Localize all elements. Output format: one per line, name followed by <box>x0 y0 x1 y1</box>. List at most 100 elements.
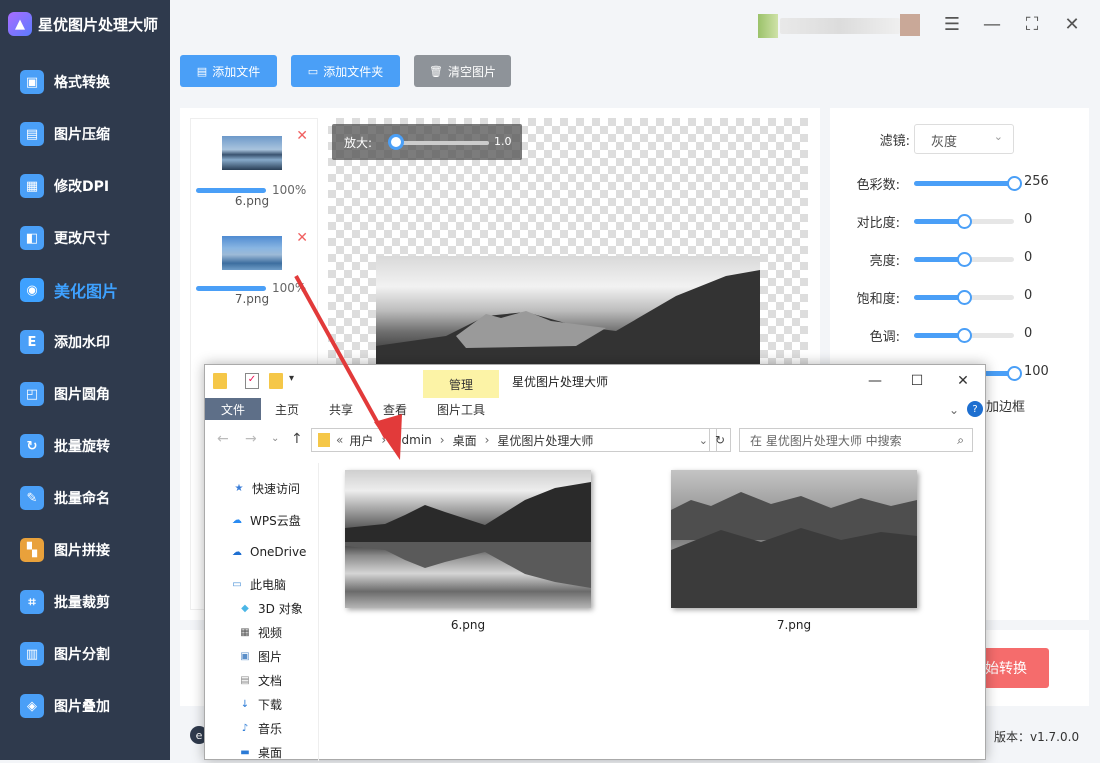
tab-image-tools[interactable]: 图片工具 <box>423 398 499 420</box>
ribbon-expand-icon[interactable]: ⌄ <box>949 403 959 417</box>
sidebar-item-compress[interactable]: ▤ 图片压缩 <box>0 108 170 160</box>
tab-file[interactable]: 文件 <box>205 398 261 420</box>
slider-track[interactable] <box>914 252 1014 267</box>
setting-value: 0 <box>1024 326 1033 341</box>
zoom-slider-track[interactable] <box>394 141 489 145</box>
slider-track[interactable] <box>914 290 1014 305</box>
setting-label: 饱和度: <box>856 292 900 307</box>
sidebar-item-format[interactable]: ▣ 格式转换 <box>0 56 170 108</box>
sidebar-item-rounded-corner[interactable]: ◰ 图片圆角 <box>0 368 170 420</box>
manage-tab[interactable]: 管理 <box>423 370 499 398</box>
download-icon: ↓ <box>240 698 250 710</box>
nav-pane-item[interactable]: ♪ 音乐 <box>237 717 282 739</box>
sidebar-item-label: 批量命名 <box>54 491 110 507</box>
forward-arrow-icon[interactable]: → <box>245 431 257 447</box>
nav-pane-item[interactable]: ▭ 此电脑 <box>229 573 286 595</box>
slider-handle[interactable] <box>957 290 972 305</box>
back-arrow-icon[interactable]: ← <box>217 431 229 447</box>
sidebar-item-rename[interactable]: ✎ 批量命名 <box>0 472 170 524</box>
nav-pane-item[interactable]: ▦ 视频 <box>237 621 282 643</box>
breadcrumb-item[interactable]: 星优图片处理大师 <box>497 432 593 449</box>
new-folder-icon[interactable] <box>269 373 283 389</box>
sidebar-item-label: 批量旋转 <box>54 439 110 455</box>
nav-pane-item[interactable]: ★ 快速访问 <box>231 477 301 499</box>
minimize-icon[interactable]: — <box>980 12 1004 36</box>
settings-sliders-icon[interactable]: ☰ <box>940 12 964 36</box>
refresh-icon[interactable]: ↻ <box>709 428 731 452</box>
splice-icon: ▚ <box>20 538 44 562</box>
zoom-slider-handle[interactable] <box>388 134 404 150</box>
remove-file-icon[interactable]: ✕ <box>296 230 308 246</box>
slider-handle[interactable] <box>1007 176 1022 191</box>
properties-icon[interactable]: ✓ <box>245 373 259 389</box>
explorer-maximize-icon[interactable]: ☐ <box>897 369 937 393</box>
slider-track[interactable] <box>914 176 1022 191</box>
file-thumbnail <box>222 136 282 170</box>
filter-select[interactable]: 灰度 ⌄ <box>914 124 1014 154</box>
clear-images-button[interactable]: 🗑 清空图片 <box>414 55 511 87</box>
trash-icon: 🗑 <box>429 64 443 78</box>
sidebar-item-label: 修改DPI <box>54 179 110 195</box>
border-checkbox-label[interactable]: 加边框 <box>986 396 1025 415</box>
tab-view[interactable]: 查看 <box>375 398 415 420</box>
sidebar-item-watermark[interactable]: E 添加水印 <box>0 316 170 368</box>
zoom-label: 放大: <box>344 136 373 150</box>
add-folder-button[interactable]: ▭ 添加文件夹 <box>291 55 400 87</box>
tab-home[interactable]: 主页 <box>267 398 307 420</box>
file-icon: ▤ <box>196 64 208 78</box>
maximize-icon[interactable]: ⛶ <box>1020 12 1044 36</box>
sidebar-item-label: 图片叠加 <box>54 699 110 715</box>
file-list-item[interactable]: ✕ 100% 7.png <box>192 218 314 314</box>
file-item[interactable]: 6.png <box>345 470 591 638</box>
rotate-icon: ↻ <box>20 434 44 458</box>
sidebar-item-label: 图片分割 <box>54 647 110 663</box>
setting-slider-row: 色彩数: 256 <box>830 168 1090 198</box>
file-list-item[interactable]: ✕ 100% 6.png <box>192 120 314 216</box>
slider-track[interactable] <box>914 214 1014 229</box>
sidebar-item-crop[interactable]: ⌗ 批量裁剪 <box>0 576 170 628</box>
file-explorer-window: ✓ ▾ 管理 星优图片处理大师 — ☐ ✕ 文件 主页 共享 查看 图片工具 ⌄… <box>204 364 986 761</box>
sidebar-item-resize[interactable]: ◧ 更改尺寸 <box>0 212 170 264</box>
add-file-button[interactable]: ▤ 添加文件 <box>180 55 277 87</box>
remove-file-icon[interactable]: ✕ <box>296 128 308 144</box>
nav-pane-item[interactable]: ▣ 图片 <box>237 645 282 667</box>
breadcrumb-item[interactable]: admin <box>394 433 432 447</box>
slider-track[interactable] <box>914 328 1014 343</box>
slider-handle[interactable] <box>957 328 972 343</box>
close-icon[interactable]: ✕ <box>1060 12 1084 36</box>
sidebar-item-split[interactable]: ▥ 图片分割 <box>0 628 170 680</box>
tab-share[interactable]: 共享 <box>321 398 361 420</box>
search-input[interactable]: 在 星优图片处理大师 中搜索 ⌕ <box>739 428 973 452</box>
explorer-close-icon[interactable]: ✕ <box>943 369 983 393</box>
breadcrumb-item[interactable]: 桌面 <box>453 432 477 449</box>
dpi-icon: ▦ <box>20 174 44 198</box>
file-name: 7.png <box>234 292 270 306</box>
sidebar-item-beautify[interactable]: ◉ 美化图片 <box>0 264 170 316</box>
slider-handle[interactable] <box>957 252 972 267</box>
nav-pane-item[interactable]: ▤ 文档 <box>237 669 282 691</box>
star-icon: ★ <box>234 482 244 494</box>
recent-dropdown-icon[interactable]: ⌄ <box>271 433 279 444</box>
user-avatar[interactable] <box>758 14 778 38</box>
address-bar[interactable]: « 用户 › admin › 桌面 › 星优图片处理大师 ⌄ <box>311 428 717 452</box>
help-question-icon[interactable]: ? <box>967 401 983 417</box>
quick-access-dropdown-icon[interactable]: ▾ <box>289 373 294 384</box>
3d-object-icon: ◆ <box>241 602 249 614</box>
file-item[interactable]: 7.png <box>671 470 917 638</box>
sidebar-item-dpi[interactable]: ▦ 修改DPI <box>0 160 170 212</box>
file-thumbnail <box>222 236 282 270</box>
explorer-minimize-icon[interactable]: — <box>855 369 895 393</box>
slider-handle[interactable] <box>957 214 972 229</box>
nav-pane-item[interactable]: ◆ 3D 对象 <box>237 597 303 619</box>
sidebar-item-rotate[interactable]: ↻ 批量旋转 <box>0 420 170 472</box>
sidebar-item-splice[interactable]: ▚ 图片拼接 <box>0 524 170 576</box>
address-dropdown-icon[interactable]: ⌄ <box>699 434 708 447</box>
up-arrow-icon[interactable]: ↑ <box>291 431 303 447</box>
nav-pane-item[interactable]: ☁ WPS云盘 <box>229 509 301 531</box>
breadcrumb-item[interactable]: 用户 <box>349 432 373 449</box>
nav-pane-item[interactable]: ↓ 下载 <box>237 693 282 715</box>
file-progress-bar <box>196 188 266 193</box>
slider-handle[interactable] <box>1007 366 1022 381</box>
nav-pane-item[interactable]: ☁ OneDrive <box>229 541 306 563</box>
sidebar-item-overlay[interactable]: ◈ 图片叠加 <box>0 680 170 732</box>
